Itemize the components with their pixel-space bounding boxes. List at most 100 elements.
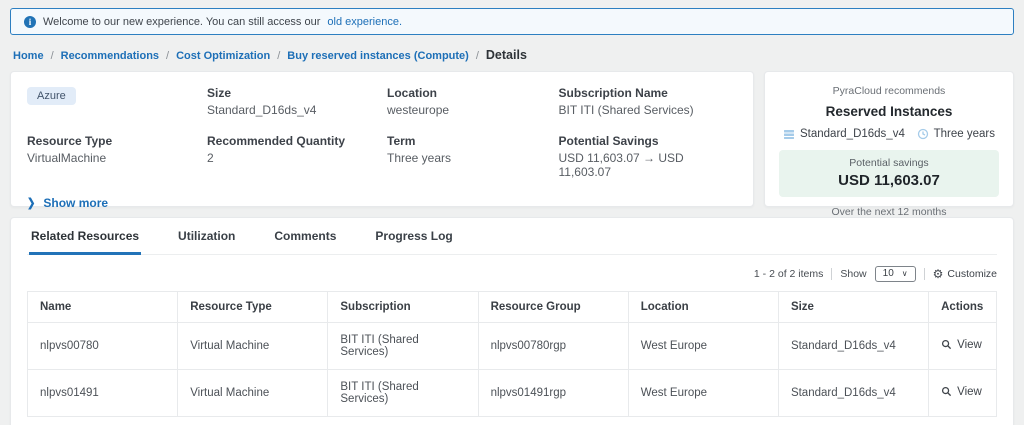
magnifier-icon	[941, 339, 952, 350]
details-grid: Azure Size Standard_D16ds_v4 Location we…	[27, 86, 737, 179]
tab-related-resources[interactable]: Related Resources	[29, 218, 141, 255]
table-row: nlpvs00780 Virtual Machine BIT ITI (Shar…	[28, 323, 997, 370]
cell-size: Standard_D16ds_v4	[778, 370, 928, 417]
recommended-size: Standard_D16ds_v4	[783, 128, 905, 140]
customize-button[interactable]: ⚙ Customize	[933, 268, 997, 280]
chevron-right-icon: ❯	[27, 197, 35, 210]
table-row: nlpvs01491 Virtual Machine BIT ITI (Shar…	[28, 370, 997, 417]
breadcrumb-recommendations[interactable]: Recommendations	[61, 50, 159, 62]
cell-actions: View	[929, 323, 997, 370]
cell-location: West Europe	[628, 323, 778, 370]
show-label: Show	[840, 268, 866, 280]
field-label: Recommended Quantity	[207, 134, 377, 148]
field-size: Size Standard_D16ds_v4	[207, 86, 377, 117]
info-icon: i	[24, 16, 36, 28]
gear-icon: ⚙	[933, 268, 944, 280]
tab-comments[interactable]: Comments	[272, 218, 338, 255]
view-button[interactable]: View	[941, 386, 982, 398]
breadcrumb-home[interactable]: Home	[13, 50, 44, 62]
tabs: Related Resources Utilization Comments P…	[27, 218, 997, 255]
breadcrumb-separator: /	[166, 50, 169, 62]
show-more-link[interactable]: ❯ Show more	[27, 196, 108, 210]
view-label: View	[957, 386, 982, 398]
field-value: USD 11,603.07 → USD 11,603.07	[559, 151, 737, 179]
field-label: Size	[207, 86, 377, 100]
column-header-actions: Actions	[929, 292, 997, 323]
field-value: westeurope	[387, 103, 549, 117]
column-header-resource-group: Resource Group	[478, 292, 628, 323]
field-label: Resource Type	[27, 134, 197, 148]
field-value: VirtualMachine	[27, 151, 197, 165]
recommendation-kicker: PyraCloud recommends	[779, 85, 999, 97]
column-header-location: Location	[628, 292, 778, 323]
breadcrumb-cost-optimization[interactable]: Cost Optimization	[176, 50, 270, 62]
recommendation-title: Reserved Instances	[779, 104, 999, 119]
potential-savings-box: Potential savings USD 11,603.07	[779, 150, 999, 197]
customize-label: Customize	[947, 268, 997, 280]
field-value: 2	[207, 151, 377, 165]
page-size-select[interactable]: 10 ∨	[875, 266, 916, 282]
field-potential-savings: Potential Savings USD 11,603.07 → USD 11…	[559, 134, 737, 179]
chevron-down-icon: ∨	[902, 269, 908, 278]
related-resources-table: Name Resource Type Subscription Resource…	[27, 291, 997, 417]
magnifier-icon	[941, 386, 952, 397]
recommendation-attributes: Standard_D16ds_v4 Three years	[783, 128, 995, 140]
potential-savings-value: USD 11,603.07	[785, 172, 993, 189]
field-label: Potential Savings	[559, 134, 737, 148]
cell-actions: View	[929, 370, 997, 417]
column-header-size: Size	[778, 292, 928, 323]
recommendation-card: PyraCloud recommends Reserved Instances …	[764, 71, 1014, 207]
cell-resource-type: Virtual Machine	[178, 323, 328, 370]
field-label: Term	[387, 134, 549, 148]
cell-resource-group: nlpvs01491rgp	[478, 370, 628, 417]
breadcrumb-separator: /	[476, 50, 479, 62]
info-banner: i Welcome to our new experience. You can…	[10, 8, 1014, 35]
field-label: Subscription Name	[559, 86, 737, 100]
old-experience-link[interactable]: old experience.	[327, 16, 402, 28]
cell-name: nlpvs00780	[28, 323, 178, 370]
breadcrumb-current: Details	[486, 48, 527, 62]
recommended-term-label: Three years	[934, 128, 995, 140]
provider-badge: Azure	[27, 87, 76, 105]
view-label: View	[957, 339, 982, 351]
details-row: Azure Size Standard_D16ds_v4 Location we…	[10, 71, 1014, 207]
breadcrumb-separator: /	[277, 50, 280, 62]
vm-icon	[783, 128, 795, 140]
cell-resource-type: Virtual Machine	[178, 370, 328, 417]
pagination-range: 1 - 2 of 2 items	[754, 268, 823, 280]
cell-size: Standard_D16ds_v4	[778, 323, 928, 370]
cell-location: West Europe	[628, 370, 778, 417]
tab-progress-log[interactable]: Progress Log	[373, 218, 454, 255]
field-term: Term Three years	[387, 134, 549, 179]
page-size-value: 10	[883, 268, 894, 279]
field-recommended-quantity: Recommended Quantity 2	[207, 134, 377, 179]
column-header-name: Name	[28, 292, 178, 323]
cell-subscription: BIT ITI (Shared Services)	[328, 370, 478, 417]
view-button[interactable]: View	[941, 339, 982, 351]
page: i Welcome to our new experience. You can…	[0, 0, 1024, 425]
field-location: Location westeurope	[387, 86, 549, 117]
recommended-term: Three years	[917, 128, 995, 140]
clock-icon	[917, 128, 929, 140]
related-resources-panel: Related Resources Utilization Comments P…	[10, 217, 1014, 425]
tab-utilization[interactable]: Utilization	[176, 218, 237, 255]
show-more-label: Show more	[43, 196, 108, 210]
cell-name: nlpvs01491	[28, 370, 178, 417]
provider-cell: Azure	[27, 86, 197, 117]
cell-subscription: BIT ITI (Shared Services)	[328, 323, 478, 370]
breadcrumb-separator: /	[51, 50, 54, 62]
toolbar-divider	[831, 268, 832, 280]
field-value: Standard_D16ds_v4	[207, 103, 377, 117]
recommended-size-label: Standard_D16ds_v4	[800, 128, 905, 140]
field-value: BIT ITI (Shared Services)	[559, 103, 737, 117]
cell-resource-group: nlpvs00780rgp	[478, 323, 628, 370]
breadcrumb: Home / Recommendations / Cost Optimizati…	[13, 48, 1011, 62]
table-toolbar: 1 - 2 of 2 items Show 10 ∨ ⚙ Customize	[27, 255, 997, 291]
toolbar-divider	[924, 268, 925, 280]
field-label: Location	[387, 86, 549, 100]
savings-period: Over the next 12 months	[779, 206, 999, 218]
banner-text: Welcome to our new experience. You can s…	[43, 16, 320, 28]
column-header-subscription: Subscription	[328, 292, 478, 323]
field-subscription-name: Subscription Name BIT ITI (Shared Servic…	[559, 86, 737, 117]
breadcrumb-buy-reserved-instances[interactable]: Buy reserved instances (Compute)	[287, 50, 469, 62]
